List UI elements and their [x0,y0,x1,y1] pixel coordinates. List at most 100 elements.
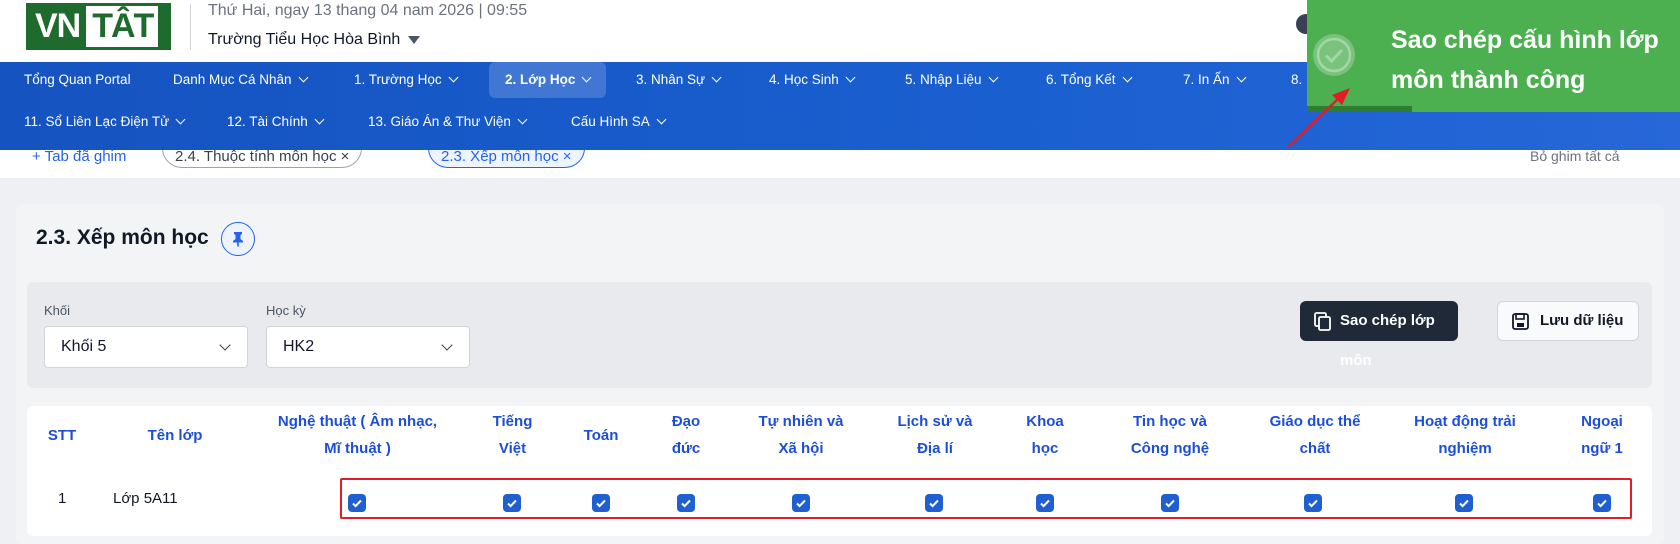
col-header-nature-society: Tự nhiên và Xã hội [745,408,857,462]
chevron-down-icon [448,72,459,83]
copy-icon [1314,312,1331,331]
header-line: nghiệm [1438,440,1492,457]
grade-value: Khối 5 [61,338,107,355]
chevron-down-icon [219,339,231,351]
header-line: Đạo [671,413,701,430]
logo-text-right: TÂT [86,6,159,47]
tab-subject-attributes[interactable]: 2.4. Thuộc tính môn học × [162,150,363,168]
tab-subject-arrangement[interactable]: 2.3. Xếp môn học × [428,150,585,168]
nav-item-summary[interactable]: 6. Tổng Kết [1046,62,1133,98]
term-label: Học kỳ [266,303,306,318]
header-divider [190,4,191,50]
header-line: Địa lí [917,440,953,457]
plus-icon: + [32,150,41,165]
nav-label: 7. In Ấn [1183,72,1230,87]
vntat-logo[interactable]: VN TÂT [26,3,171,50]
close-icon[interactable]: × [341,150,350,165]
copy-class-subject-button[interactable]: Sao chép lớp môn [1300,301,1458,369]
header-line: học [1031,440,1059,457]
header-line: Toán [583,427,619,444]
save-button-label: Lưu dữ liệu [1540,312,1624,329]
chevron-down-icon [656,114,667,125]
header-line: Việt [498,440,527,457]
col-header-arts: Nghệ thuật ( Âm nhạc, Mĩ thuật ) [265,408,450,462]
nav-label: 12. Tài Chính [227,114,308,129]
pinned-tabs-text: Tab đã ghim [44,150,127,165]
nav-item-e-contact[interactable]: 11. Sổ Liên Lạc Điện Tử [24,104,186,140]
close-icon[interactable]: × [563,150,572,165]
tab-label: 2.3. Xếp môn học [441,150,559,165]
nav-item-school[interactable]: 1. Trường Học [354,62,459,98]
cell-class-name: Lớp 5A11 [113,490,178,507]
nav-label: 13. Giáo Án & Thư Viện [368,114,511,129]
nav-item-personal[interactable]: Danh Mục Cá Nhân [173,62,309,98]
col-header-pe: Giáo dục thể chất [1255,408,1375,462]
nav-label: 1. Trường Học [354,72,442,87]
col-header-history-geography: Lịch sử và Địa lí [880,408,990,462]
col-header-math: Toán [570,422,632,449]
page-title: 2.3. Xếp môn học [36,226,209,249]
grade-label: Khối [44,303,71,318]
nav-item-print[interactable]: 7. In Ấn [1183,62,1246,98]
header-line: đức [671,440,701,457]
chevron-down-icon [581,72,592,83]
nav-item-lesson-library[interactable]: 13. Giáo Án & Thư Viện [368,104,528,140]
tab-label: 2.4. Thuộc tính môn học [175,150,337,165]
header-line: Công nghệ [1130,440,1210,457]
logo-text-left: VN [35,7,81,45]
header-line: Tiếng [492,413,533,430]
pin-icon [233,232,243,247]
unpin-all-label: Bỏ ghim tất cả [1530,150,1620,164]
chevron-down-icon [175,114,186,125]
save-data-button[interactable]: Lưu dữ liệu [1497,301,1639,341]
nav-label: Tổng Quan Portal [24,72,131,87]
school-selector[interactable]: Trường Tiểu Học Hòa Bình [208,31,421,49]
pinned-tab-bar: + Tab đã ghim 2.4. Thuộc tính môn học × … [0,150,1680,178]
nav-label: Danh Mục Cá Nhân [173,72,292,87]
nav-label: 3. Nhân Sự [636,72,706,87]
chevron-down-icon [711,72,722,83]
col-header-stt: STT [42,422,82,449]
chevron-down-icon [314,114,325,125]
caret-down-icon [408,35,421,44]
grade-select[interactable]: Khối 5 [44,326,248,368]
header-line: Khoa [1026,413,1064,430]
header-line: ngữ 1 [1581,440,1623,457]
chevron-down-icon [517,114,528,125]
col-header-foreign-language: Ngoại ngữ 1 [1570,408,1634,462]
pinned-tabs-label[interactable]: + Tab đã ghim [32,150,126,165]
chevron-down-icon [298,72,309,83]
col-header-activities: Hoạt động trải nghiệm [1400,408,1530,462]
nav-label: 6. Tổng Kết [1046,72,1116,87]
nav-item-students[interactable]: 4. Học Sinh [769,62,856,98]
header-line: STT [47,427,77,444]
red-arrow-annotation [1287,88,1350,148]
nav-item-finance[interactable]: 12. Tài Chính [227,104,325,140]
col-header-class-name: Tên lớp [120,422,230,449]
cell-stt: 1 [58,490,67,507]
chevron-down-icon [441,339,453,351]
header-line: Tin học và [1133,413,1207,430]
nav-item-input[interactable]: 5. Nhập Liệu [905,62,999,98]
check-circle-icon [1313,34,1355,76]
unpin-all-button[interactable]: Bỏ ghim tất cả [1530,150,1620,164]
header-line: Ngoại [1581,413,1623,430]
term-select[interactable]: HK2 [266,326,470,368]
nav-label: Cấu Hình SA [571,114,650,129]
nav-label: 5. Nhập Liệu [905,72,982,87]
nav-item-class[interactable]: 2. Lớp Học [489,62,607,98]
school-name: Trường Tiểu Học Hòa Bình [208,31,401,48]
highlight-annotation-box [340,478,1632,519]
nav-item-config-sa[interactable]: Cấu Hình SA [571,104,667,140]
header-line: Nghệ thuật ( Âm nhạc, [277,413,438,430]
toast-message: Sao chép cấu hình lớp môn thành công [1391,26,1659,94]
header-line: chất [1299,440,1331,457]
col-header-science: Khoa học [1015,408,1075,462]
success-toast[interactable]: Sao chép cấu hình lớp môn thành công [1307,0,1680,112]
nav-item-staff[interactable]: 3. Nhân Sự [636,62,722,98]
header-line: Lịch sử và [897,413,973,430]
header-line: Tự nhiên và [758,413,844,430]
pin-button[interactable] [221,222,255,256]
nav-item-overview[interactable]: Tổng Quan Portal [24,62,131,98]
chevron-down-icon [988,72,999,83]
